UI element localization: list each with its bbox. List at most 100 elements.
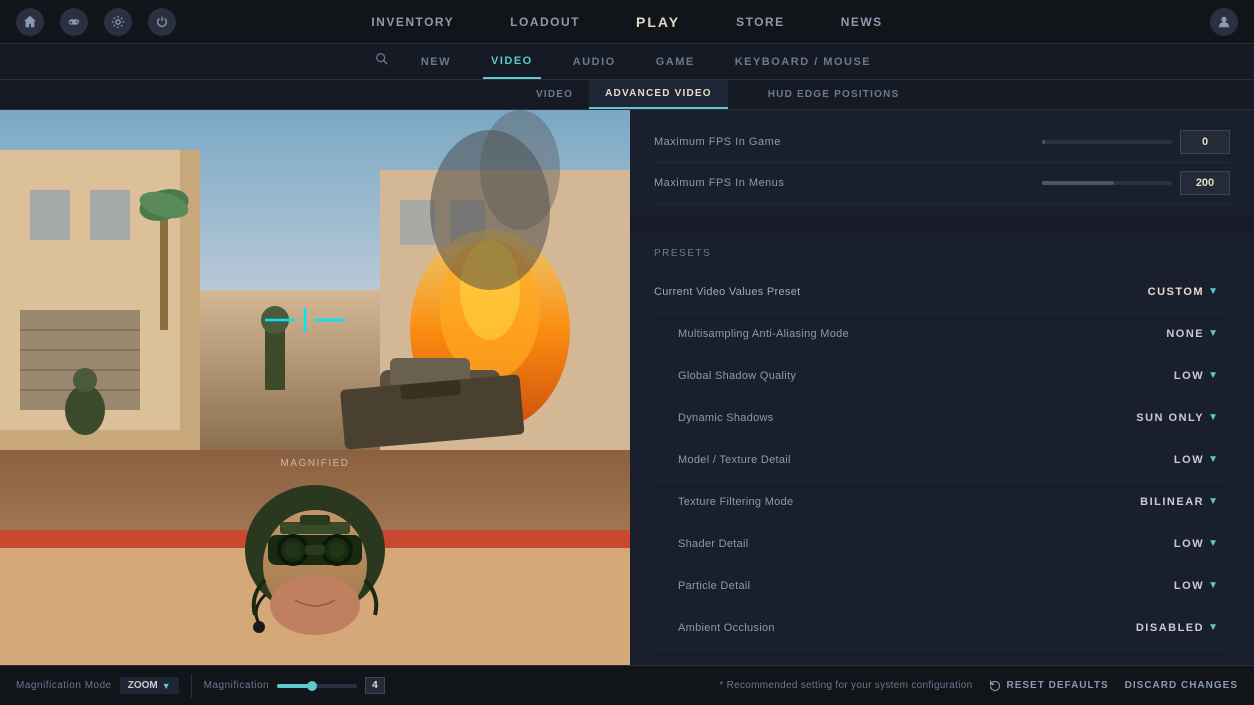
fps-in-game-control: 0: [1042, 130, 1230, 154]
fps-in-menus-label: Maximum FPS In Menus: [654, 177, 784, 189]
sub-tab-advanced-video[interactable]: ADVANCED VIDEO: [589, 80, 728, 109]
home-icon[interactable]: [16, 8, 44, 36]
setting-chevron-global-shadow: ▼: [1208, 370, 1218, 381]
tab-new[interactable]: NEW: [413, 44, 459, 79]
tab-video[interactable]: VIDEO: [483, 44, 541, 79]
magnification-mode-value: ZOOM: [128, 680, 158, 691]
discard-changes-button[interactable]: DISCARD CHANGES: [1125, 680, 1238, 691]
sub-tab-video[interactable]: VIDEO: [520, 80, 589, 109]
fps-in-game-slider[interactable]: [1042, 140, 1172, 144]
magnification-mode-chevron: ▼: [162, 681, 171, 691]
setting-dropdown-hdr[interactable]: PERFORMANCE▼: [1089, 658, 1230, 666]
fps-in-game-row: Maximum FPS In Game 0: [654, 122, 1230, 163]
setting-chevron-dynamic-shadows: ▼: [1208, 412, 1218, 423]
separator: [191, 674, 192, 698]
nav-loadout[interactable]: LOADOUT: [502, 11, 588, 33]
fps-in-menus-row: Maximum FPS In Menus 200: [654, 163, 1230, 204]
nav-store[interactable]: STORE: [728, 11, 793, 33]
setting-label-shader-detail: Shader Detail: [678, 538, 749, 550]
settings-panel: Maximum FPS In Game 0 Maximum FPS In Men…: [630, 110, 1254, 665]
reset-defaults-button[interactable]: RESET DEFAULTS: [989, 680, 1109, 692]
setting-label-ambient-occlusion: Ambient Occlusion: [678, 622, 775, 634]
setting-value-multisampling: NONE: [1166, 328, 1204, 340]
search-icon[interactable]: [375, 52, 389, 71]
fps-in-menus-control: 200: [1042, 171, 1230, 195]
main-content: Magnified Maximum FPS In Game 0: [0, 110, 1254, 665]
fps-in-menus-slider[interactable]: [1042, 181, 1172, 185]
setting-label-particle-detail: Particle Detail: [678, 580, 750, 592]
setting-row-particle-detail: Particle Detail LOW ▼: [654, 565, 1230, 607]
setting-chevron-multisampling: ▼: [1208, 328, 1218, 339]
magnification-mode-row: Magnification Mode ZOOM ▼: [16, 677, 179, 694]
main-navigation: INVENTORY LOADOUT PLAY STORE NEWS: [363, 10, 890, 34]
setting-value-dynamic-shadows: SUN ONLY: [1136, 412, 1204, 424]
presets-section: Presets Current Video Values Preset CUST…: [630, 232, 1254, 665]
fps-section: Maximum FPS In Game 0 Maximum FPS In Men…: [630, 110, 1254, 216]
controller-icon[interactable]: [60, 8, 88, 36]
power-icon[interactable]: [148, 8, 176, 36]
current-preset-value: CUSTOM: [1148, 286, 1204, 298]
setting-row-texture-filtering: Texture Filtering Mode BILINEAR ▼: [654, 481, 1230, 523]
sub-tab-bar: VIDEO ADVANCED VIDEO HUD EDGE POSITIONS: [0, 80, 1254, 110]
nav-left-icons: [16, 8, 176, 36]
magnification-slider[interactable]: [277, 684, 357, 688]
settings-tab-bar: NEW VIDEO AUDIO GAME KEYBOARD / MOUSE: [0, 44, 1254, 80]
setting-dropdown-model-texture[interactable]: LOW ▼: [1162, 448, 1230, 472]
reset-defaults-label: RESET DEFAULTS: [1007, 680, 1109, 691]
sub-tab-hud[interactable]: HUD EDGE POSITIONS: [752, 80, 916, 109]
setting-label-dynamic-shadows: Dynamic Shadows: [678, 412, 774, 424]
setting-dropdown-shader-detail[interactable]: LOW▼: [1162, 532, 1230, 556]
setting-label-multisampling: Multisampling Anti-Aliasing Mode: [678, 328, 849, 340]
setting-row-hdr: High Dynamic RangePERFORMANCE▼: [654, 649, 1230, 665]
setting-value-texture-filtering: BILINEAR: [1140, 496, 1204, 508]
tab-keyboard-mouse[interactable]: KEYBOARD / MOUSE: [727, 44, 879, 79]
tab-game[interactable]: GAME: [648, 44, 703, 79]
magnification-label: Magnification: [204, 680, 269, 691]
fps-in-game-value[interactable]: 0: [1180, 130, 1230, 154]
profile-icon[interactable]: [1210, 8, 1238, 36]
fps-in-menus-value[interactable]: 200: [1180, 171, 1230, 195]
current-preset-dropdown[interactable]: CUSTOM ▼: [1136, 280, 1230, 304]
setting-label-model-texture: Model / Texture Detail: [678, 454, 791, 466]
setting-label-texture-filtering: Texture Filtering Mode: [678, 496, 793, 508]
setting-value-model-texture: LOW: [1174, 454, 1204, 466]
setting-value-particle-detail: LOW: [1174, 580, 1204, 592]
magnification-slider-fill: [277, 684, 309, 688]
current-preset-chevron: ▼: [1208, 286, 1218, 297]
reset-icon: [989, 680, 1001, 692]
recommended-text: * Recommended setting for your system co…: [719, 680, 972, 691]
setting-dropdown-dynamic-shadows[interactable]: SUN ONLY ▼: [1124, 406, 1230, 430]
setting-chevron-particle-detail: ▼: [1208, 580, 1218, 591]
setting-chevron-texture-filtering: ▼: [1208, 496, 1218, 507]
game-preview-bottom: Magnified: [0, 450, 630, 665]
magnification-mode-label: Magnification Mode: [16, 680, 112, 691]
current-preset-label: Current Video Values Preset: [654, 286, 801, 298]
fps-in-game-label: Maximum FPS In Game: [654, 136, 781, 148]
magnification-value: 4: [365, 677, 385, 694]
bottom-right-controls: * Recommended setting for your system co…: [719, 680, 1238, 692]
settings-content: Maximum FPS In Game 0 Maximum FPS In Men…: [630, 110, 1254, 665]
setting-chevron-ambient-occlusion: ▼: [1208, 622, 1218, 633]
magnification-slider-container: 4: [277, 677, 385, 694]
setting-row-shader-detail: Shader Detail LOW▼: [654, 523, 1230, 565]
setting-row-ambient-occlusion: Ambient Occlusion DISABLED ▼: [654, 607, 1230, 649]
bottom-left-controls: Magnification Mode ZOOM ▼ Magnification …: [16, 674, 385, 698]
setting-row-global-shadow: Global Shadow QualityLOW▼: [654, 355, 1230, 397]
setting-dropdown-texture-filtering[interactable]: BILINEAR ▼: [1128, 490, 1230, 514]
setting-dropdown-particle-detail[interactable]: LOW ▼: [1162, 574, 1230, 598]
fps-in-game-slider-fill: [1042, 140, 1045, 144]
setting-chevron-model-texture: ▼: [1208, 454, 1218, 465]
tab-audio[interactable]: AUDIO: [565, 44, 624, 79]
magnification-slider-row: Magnification 4: [204, 677, 385, 694]
nav-news[interactable]: NEWS: [833, 11, 891, 33]
nav-inventory[interactable]: INVENTORY: [363, 11, 462, 33]
nav-play[interactable]: PLAY: [628, 10, 688, 34]
current-preset-row: Current Video Values Preset CUSTOM ▼: [654, 271, 1230, 313]
setting-dropdown-ambient-occlusion[interactable]: DISABLED ▼: [1124, 616, 1230, 640]
setting-dropdown-multisampling[interactable]: NONE ▼: [1154, 322, 1230, 346]
setting-chevron-shader-detail: ▼: [1208, 538, 1218, 549]
magnification-mode-dropdown[interactable]: ZOOM ▼: [120, 677, 179, 694]
setting-dropdown-global-shadow[interactable]: LOW▼: [1162, 364, 1230, 388]
settings-icon[interactable]: [104, 8, 132, 36]
setting-value-ambient-occlusion: DISABLED: [1136, 622, 1204, 634]
